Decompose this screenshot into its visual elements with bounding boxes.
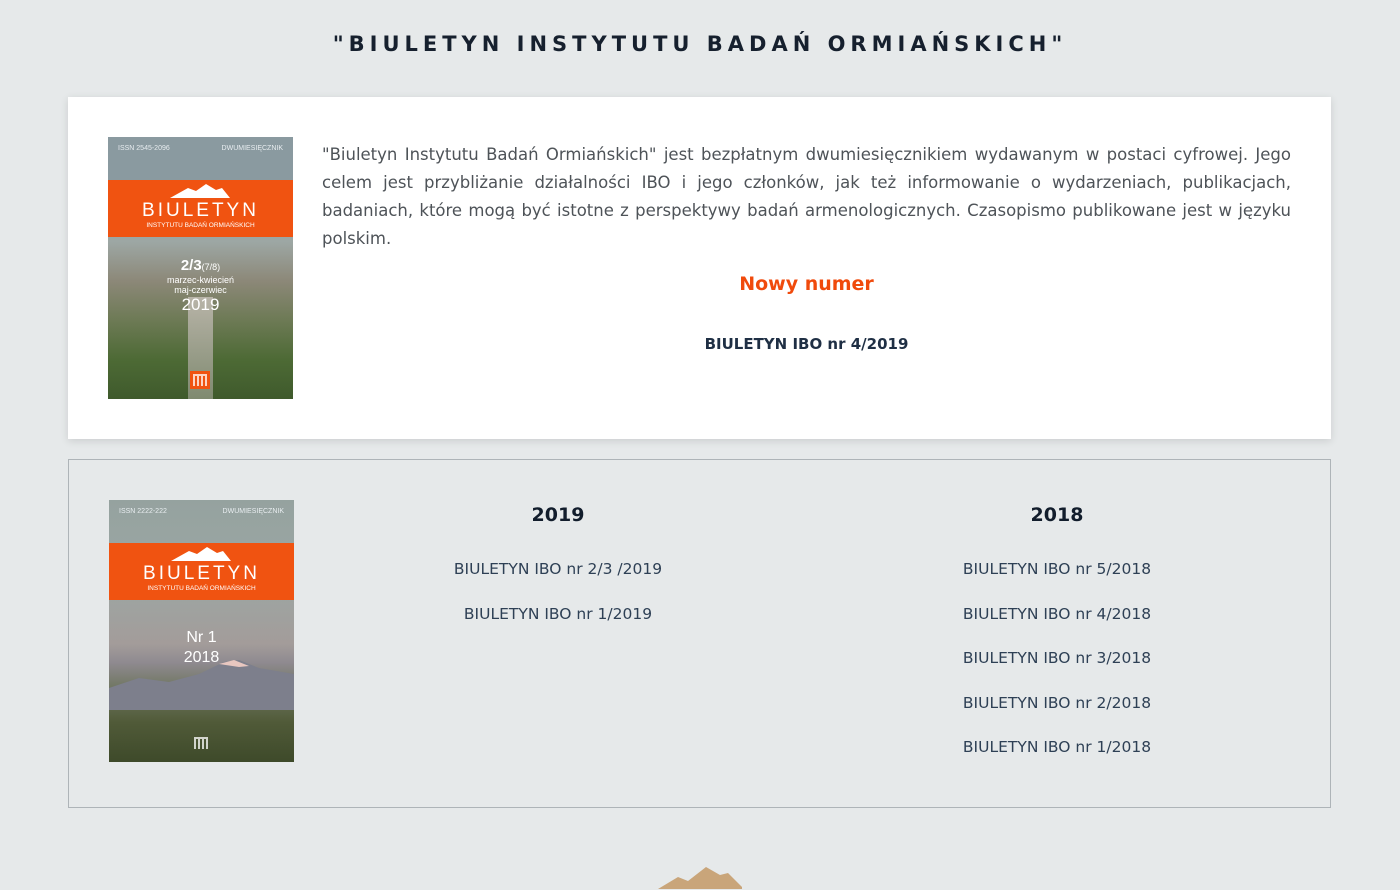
cover-number-suffix: (7/8): [201, 262, 221, 272]
cover-issn: ISSN 2222-222: [119, 508, 167, 515]
cover-subtitle: INSTYTUTU BADAŃ ORMIAŃSKICH: [147, 585, 256, 592]
cover-title: BIULETYN: [142, 200, 259, 221]
intro-card: ISSN 2545-2096 DWUMIESIĘCZNIK BIULETYN I…: [68, 97, 1331, 439]
year-heading: 2019: [531, 504, 585, 526]
mountain-icon: [658, 867, 742, 889]
cover-issn: ISSN 2545-2096: [118, 145, 170, 152]
mountain-icon: [171, 547, 231, 561]
cover-title-band: BIULETYN INSTYTUTU BADAŃ ORMIAŃSKICH: [108, 180, 293, 237]
ibo-logo-icon: [190, 371, 210, 389]
cover-issue-info: 2/3(7/8) marzec-kwiecień maj-czerwiec 20…: [108, 257, 293, 315]
cover-photo-mountains: [109, 660, 294, 710]
mountain-icon: [170, 184, 230, 198]
cover-title: BIULETYN: [143, 563, 260, 584]
cover-frequency: DWUMIESIĘCZNIK: [221, 145, 283, 152]
cover-months-line2: maj-czerwiec: [174, 285, 227, 295]
issue-link[interactable]: BIULETYN IBO nr 3/2018: [907, 649, 1207, 694]
page-title: "BIULETYN INSTYTUTU BADAŃ ORMIAŃSKICH": [332, 32, 1068, 56]
issue-link[interactable]: BIULETYN IBO nr 2/3 /2019: [408, 560, 708, 605]
cover-number: 2/3: [180, 257, 202, 274]
intro-description: "Biuletyn Instytutu Badań Ormiańskich" j…: [322, 145, 1291, 248]
cover-title-band: BIULETYN INSTYTUTU BADAŃ ORMIAŃSKICH: [109, 543, 294, 600]
cover-frequency: DWUMIESIĘCZNIK: [222, 508, 284, 515]
ibo-logo-icon: [194, 737, 208, 749]
archive-year-2019: 2019 BIULETYN IBO nr 2/3 /2019 BIULETYN …: [408, 504, 708, 649]
cover-current-issue[interactable]: ISSN 2545-2096 DWUMIESIĘCZNIK BIULETYN I…: [108, 137, 293, 399]
issue-link[interactable]: BIULETYN IBO nr 2/2018: [907, 694, 1207, 739]
new-issue-link[interactable]: BIULETYN IBO nr 4/2019: [322, 335, 1291, 353]
issue-link[interactable]: BIULETYN IBO nr 5/2018: [907, 560, 1207, 605]
new-issue-heading: Nowy numer: [739, 273, 874, 295]
cover-months-line1: marzec-kwiecień: [166, 275, 235, 285]
archive-year-2018: 2018 BIULETYN IBO nr 5/2018 BIULETYN IBO…: [907, 504, 1207, 783]
issue-link[interactable]: BIULETYN IBO nr 1/2019: [408, 605, 708, 650]
year-heading: 2018: [1030, 504, 1084, 526]
issue-link[interactable]: BIULETYN IBO nr 4/2018: [907, 605, 1207, 650]
cover-subtitle: INSTYTUTU BADAŃ ORMIAŃSKICH: [146, 222, 255, 229]
cover-archive-issue[interactable]: ISSN 2222-222 DWUMIESIĘCZNIK BIULETYN IN…: [109, 500, 294, 762]
issue-link[interactable]: BIULETYN IBO nr 1/2018: [907, 738, 1207, 783]
cover-number: Nr 1: [186, 629, 217, 646]
archive-card: ISSN 2222-222 DWUMIESIĘCZNIK BIULETYN IN…: [68, 459, 1331, 808]
cover-year: 2019: [181, 295, 220, 314]
